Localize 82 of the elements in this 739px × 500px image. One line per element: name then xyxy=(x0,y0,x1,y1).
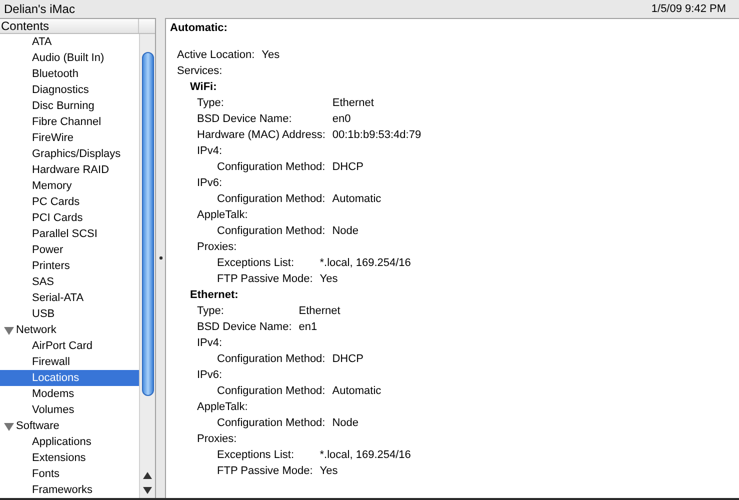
sidebar-item[interactable]: Parallel SCSI xyxy=(0,226,139,242)
sidebar-item[interactable]: Fonts xyxy=(0,466,139,482)
date-time: 1/5/09 9:42 PM xyxy=(651,2,726,17)
sidebar-item[interactable]: Power xyxy=(0,242,139,258)
services-label: Services: xyxy=(177,64,224,79)
scroll-down-icon[interactable] xyxy=(143,487,152,494)
section-name: IPv6: xyxy=(197,368,224,383)
sidebar-item[interactable]: Software xyxy=(0,418,139,434)
field-value: Node xyxy=(332,416,360,431)
field-value: *.local, 169.254/16 xyxy=(320,256,412,271)
field-label: BSD Device Name: xyxy=(197,112,293,127)
sidebar-item[interactable]: USB xyxy=(0,306,139,322)
sidebar-item[interactable]: Volumes xyxy=(0,402,139,418)
sidebar-item[interactable]: Diagnostics xyxy=(0,82,139,98)
field-label: BSD Device Name: xyxy=(197,320,292,335)
splitter-handle-icon[interactable] xyxy=(158,256,162,260)
sidebar-item[interactable]: Graphics/Displays xyxy=(0,146,139,162)
field-value: Node xyxy=(332,224,360,239)
sidebar-item[interactable]: FireWire xyxy=(0,130,139,146)
field-label: FTP Passive Mode: xyxy=(217,272,313,287)
field-value: Yes xyxy=(320,464,339,479)
field-value: Yes xyxy=(262,48,281,63)
field-value: 00:1b:b9:53:4d:79 xyxy=(332,128,422,143)
sidebar-item[interactable]: SAS xyxy=(0,274,139,290)
section-name: IPv6: xyxy=(197,176,224,191)
detail-title: Automatic: xyxy=(170,21,228,36)
field-label: Active Location: xyxy=(177,48,255,63)
sidebar-item[interactable]: AirPort Card xyxy=(0,338,139,354)
scroll-thumb[interactable] xyxy=(142,52,154,396)
field-label: Configuration Method: xyxy=(217,224,326,239)
sidebar-item[interactable]: Disc Burning xyxy=(0,98,139,114)
sidebar-item[interactable]: Bluetooth xyxy=(0,66,139,82)
field-label: Hardware (MAC) Address: xyxy=(197,128,326,143)
section-name: AppleTalk: xyxy=(197,208,249,223)
section-name: IPv4: xyxy=(197,336,224,351)
sidebar-item[interactable]: Extensions xyxy=(0,450,139,466)
sidebar-item[interactable]: Printers xyxy=(0,258,139,274)
sidebar-item[interactable]: Audio (Built In) xyxy=(0,50,139,66)
sidebar-item[interactable]: PCI Cards xyxy=(0,210,139,226)
scrollbar[interactable] xyxy=(139,34,155,498)
sidebar-item[interactable]: Locations xyxy=(0,370,139,386)
field-label: Configuration Method: xyxy=(217,192,326,207)
field-label: Exceptions List: xyxy=(217,256,296,271)
sidebar-item[interactable]: Fibre Channel xyxy=(0,114,139,130)
field-label: FTP Passive Mode: xyxy=(217,464,313,479)
sidebar-item[interactable]: Serial-ATA xyxy=(0,290,139,306)
sidebar-item[interactable]: Hardware RAID xyxy=(0,162,139,178)
field-value: Yes xyxy=(320,272,339,287)
field-label: Type: xyxy=(197,96,225,111)
sidebar-item[interactable]: Frameworks xyxy=(0,482,139,498)
field-value: en0 xyxy=(332,112,352,127)
sidebar-item[interactable]: Applications xyxy=(0,434,139,450)
section-name: Proxies: xyxy=(197,240,238,255)
section-name: AppleTalk: xyxy=(197,400,249,415)
sidebar-item[interactable]: Network xyxy=(0,322,139,338)
field-value: Ethernet xyxy=(332,96,375,111)
scroll-up-icon[interactable] xyxy=(143,472,152,479)
field-label: Configuration Method: xyxy=(217,352,326,367)
sidebar-item[interactable]: ATA xyxy=(0,34,139,50)
field-value: Ethernet xyxy=(298,304,342,319)
service-name: WiFi: xyxy=(190,80,218,95)
field-value: Automatic xyxy=(332,384,382,399)
disclosure-triangle-icon[interactable] xyxy=(4,422,14,430)
field-value: DHCP xyxy=(332,160,364,175)
field-label: Configuration Method: xyxy=(217,384,326,399)
section-name: Proxies: xyxy=(197,432,238,447)
disclosure-triangle-icon[interactable] xyxy=(4,326,14,334)
field-label: Configuration Method: xyxy=(217,416,326,431)
field-value: *.local, 169.254/16 xyxy=(320,448,412,463)
field-value: DHCP xyxy=(332,352,364,367)
field-value: en1 xyxy=(298,320,318,335)
field-label: Type: xyxy=(197,304,225,319)
field-value: Automatic xyxy=(332,192,382,207)
sidebar-item[interactable]: Firewall xyxy=(0,354,139,370)
sidebar-item[interactable]: Memory xyxy=(0,178,139,194)
sidebar-item[interactable]: Modems xyxy=(0,386,139,402)
field-label: Configuration Method: xyxy=(217,160,326,175)
window-title: Delian's iMac xyxy=(4,1,75,17)
section-name: IPv4: xyxy=(197,144,224,159)
sidebar-item[interactable]: PC Cards xyxy=(0,194,139,210)
field-label: Exceptions List: xyxy=(217,448,296,463)
service-name: Ethernet: xyxy=(190,288,240,303)
